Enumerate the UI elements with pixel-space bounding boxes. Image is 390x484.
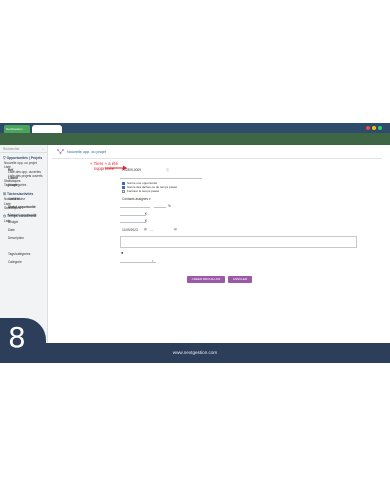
top-bar: NextGestion xyxy=(0,123,390,133)
search-icon: ⌕ xyxy=(42,147,44,151)
app-tab[interactable]: NextGestion xyxy=(4,125,30,133)
window-controls xyxy=(366,126,382,130)
category-select[interactable] xyxy=(120,258,156,263)
visibility-label: Visibilité xyxy=(8,197,20,201)
category-label: Catégorie xyxy=(8,260,22,264)
page-title: Nouvelle opp. ou projet xyxy=(67,149,107,154)
sidebar-search[interactable]: Rechercher ⌕ xyxy=(0,145,47,153)
libelle-input[interactable] xyxy=(120,174,202,179)
percent-sign: % xyxy=(168,204,171,208)
usage-checkbox-tasks[interactable] xyxy=(122,186,125,189)
sidebar: Rechercher ⌕ ▽ Opportunités | Projets No… xyxy=(0,145,48,343)
dates-label: Date xyxy=(8,228,15,232)
page-header: Nouvelle opp. ou projet xyxy=(57,149,106,154)
euro-sign: € xyxy=(145,212,147,216)
date-separator: — xyxy=(150,228,154,232)
tasks-icon: ☰ xyxy=(3,192,7,197)
description-label: Description xyxy=(8,236,24,240)
funnel-icon: ▽ xyxy=(3,156,6,160)
annotation-arrow-icon xyxy=(105,165,127,171)
create-draft-button[interactable]: CREER BROUILLON xyxy=(187,276,225,283)
app-screenshot: NextGestion Rechercher ⌕ ▽ Opportunités … xyxy=(0,0,390,484)
amount-input[interactable] xyxy=(120,211,146,216)
usage-label: Usage xyxy=(8,183,18,187)
budget-label: Budget xyxy=(8,220,19,224)
euro-sign-budget: € xyxy=(145,219,147,223)
libelle-label: Libellé xyxy=(8,176,19,180)
footer-url[interactable]: www.nextgestion.com xyxy=(0,350,390,355)
end-calendar-icon[interactable]: ▦ xyxy=(174,227,177,231)
start-date[interactable]: 11/09/2023 xyxy=(122,228,138,232)
chevron-down-icon: ▾ xyxy=(148,197,151,201)
help-icon: ⓘ xyxy=(166,168,170,172)
maximize-dot[interactable] xyxy=(378,126,382,130)
calendar-icon[interactable]: ▦ xyxy=(144,227,147,231)
slide-number-badge: 8 xyxy=(0,318,46,363)
sidebar-search-label: Rechercher xyxy=(3,147,20,151)
status-label: Statut opportunité xyxy=(8,205,36,209)
main-navbar xyxy=(0,133,390,145)
chevron-down-icon: ▾ xyxy=(152,259,154,263)
amount-label: Montant opportunité xyxy=(8,213,37,217)
status-select[interactable] xyxy=(120,203,150,208)
project-icon xyxy=(57,149,64,154)
probability-input[interactable] xyxy=(154,203,166,208)
cancel-button[interactable]: ANNULER xyxy=(228,276,252,283)
visibility-select[interactable]: Contacts assignés ▾ xyxy=(122,197,151,201)
close-dot[interactable] xyxy=(366,126,370,130)
usage-option-billing: Facturer le temps passé xyxy=(127,189,160,193)
tags-label: Tags/catégories xyxy=(8,252,31,256)
budget-input[interactable] xyxy=(120,218,146,223)
ref-label: Réf. xyxy=(8,168,15,172)
header-divider xyxy=(52,158,382,159)
sidebar-heading-opportunities[interactable]: ▽ Opportunités | Projets xyxy=(3,156,47,160)
description-textarea[interactable] xyxy=(120,236,357,248)
usage-checkbox-opportunity[interactable] xyxy=(122,182,125,185)
sidebar-heading-tasks[interactable]: ☰ Tâches/activités xyxy=(3,192,47,196)
usage-checkbox-billing[interactable] xyxy=(122,190,125,193)
clock-icon: ◷ xyxy=(3,213,6,218)
browser-tab[interactable] xyxy=(32,125,62,133)
slide-number: 8 xyxy=(8,321,26,354)
footer-bar: www.nextgestion.com xyxy=(0,343,390,363)
tags-dropdown-icon[interactable]: ● xyxy=(121,250,123,255)
minimize-dot[interactable] xyxy=(372,126,376,130)
